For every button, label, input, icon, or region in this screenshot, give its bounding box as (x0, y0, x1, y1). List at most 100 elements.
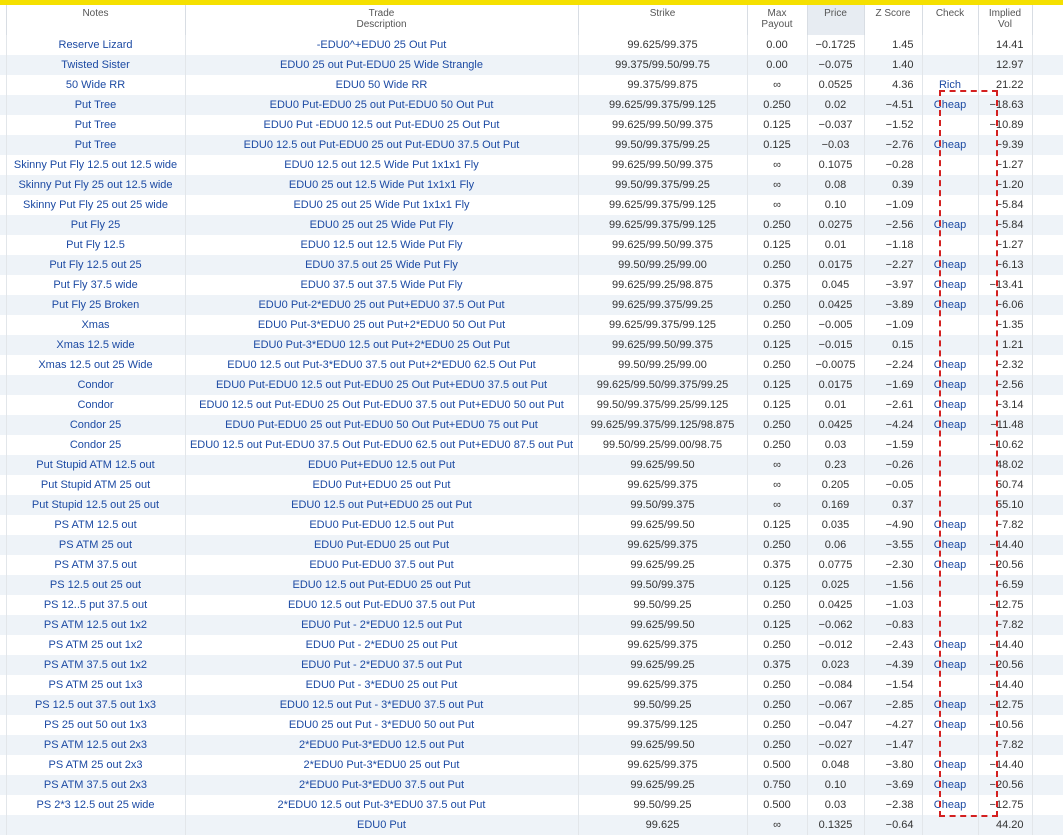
cell-strike[interactable]: 99.625/99.375 (578, 635, 748, 655)
cell-strike[interactable]: 99.625/99.375 (578, 35, 748, 55)
cell-strike[interactable]: 99.50/99.375/99.25 (578, 135, 748, 155)
cell-notes[interactable]: PS ATM 12.5 out 2x3 (6, 735, 186, 755)
cell-price[interactable]: 0.10 (807, 775, 865, 795)
cell-trade-description[interactable]: EDU0 Put-3*EDU0 25 out Put+2*EDU0 50 Out… (185, 315, 579, 335)
cell-check[interactable]: Cheap (922, 255, 979, 275)
cell-check[interactable]: Cheap (922, 355, 979, 375)
cell-trade-description[interactable]: EDU0 25 out 25 Wide Put Fly (185, 215, 579, 235)
cell-max-payout[interactable]: 0.125 (747, 115, 808, 135)
table-row[interactable]: Put Tree EDU0 12.5 out Put-EDU0 25 out Pu… (0, 135, 1063, 155)
cell-trade-description[interactable]: EDU0 25 out 12.5 Wide Put 1x1x1 Fly (185, 175, 579, 195)
cell-z-score[interactable]: −1.52 (864, 115, 923, 135)
cell-trade-description[interactable]: EDU0 Put - 2*EDU0 25 out Put (185, 635, 579, 655)
cell-z-score[interactable]: 0.37 (864, 495, 923, 515)
cell-trade-description[interactable]: 2*EDU0 12.5 out Put-3*EDU0 37.5 out Put (185, 795, 579, 815)
cell-implied-vol[interactable]: −14.40 (978, 675, 1033, 695)
cell-max-payout[interactable]: 0.125 (747, 515, 808, 535)
cell-price[interactable]: 0.048 (807, 755, 865, 775)
cell-notes[interactable]: Put Fly 25 (6, 215, 186, 235)
cell-notes[interactable]: PS ATM 25 out 1x2 (6, 635, 186, 655)
cell-price[interactable]: −0.1725 (807, 35, 865, 55)
cell-implied-vol[interactable]: 14.41 (978, 35, 1033, 55)
cell-z-score[interactable]: 4.36 (864, 75, 923, 95)
cell-check[interactable] (922, 55, 979, 75)
cell-z-score[interactable]: −0.83 (864, 615, 923, 635)
cell-notes[interactable]: PS ATM 25 out 2x3 (6, 755, 186, 775)
cell-price[interactable]: −0.0075 (807, 355, 865, 375)
cell-strike[interactable]: 99.375/99.50/99.75 (578, 55, 748, 75)
cell-check[interactable] (922, 575, 979, 595)
cell-notes[interactable]: PS 12.5 out 25 out (6, 575, 186, 595)
cell-trade-description[interactable]: EDU0 Put - 2*EDU0 12.5 out Put (185, 615, 579, 635)
cell-implied-vol[interactable]: −7.82 (978, 515, 1033, 535)
cell-check[interactable]: Cheap (922, 535, 979, 555)
cell-z-score[interactable]: −1.69 (864, 375, 923, 395)
table-row[interactable]: Put Fly 25 Broken EDU0 Put-2*EDU0 25 out … (0, 295, 1063, 315)
cell-implied-vol[interactable]: −2.32 (978, 355, 1033, 375)
cell-check[interactable]: Cheap (922, 655, 979, 675)
cell-check[interactable]: Cheap (922, 395, 979, 415)
cell-max-payout[interactable]: 0.00 (747, 55, 808, 75)
cell-implied-vol[interactable]: −14.40 (978, 755, 1033, 775)
column-header-strike[interactable]: Strike (578, 5, 748, 35)
cell-z-score[interactable]: −2.61 (864, 395, 923, 415)
cell-check[interactable]: Cheap (922, 715, 979, 735)
table-row[interactable]: Condor 25 EDU0 Put-EDU0 25 out Put-EDU0 5… (0, 415, 1063, 435)
cell-check[interactable]: Cheap (922, 275, 979, 295)
cell-check[interactable] (922, 115, 979, 135)
cell-price[interactable]: 0.0425 (807, 415, 865, 435)
cell-notes[interactable]: PS ATM 37.5 out 1x2 (6, 655, 186, 675)
cell-z-score[interactable]: −2.30 (864, 555, 923, 575)
cell-max-payout[interactable]: ∞ (747, 175, 808, 195)
cell-notes[interactable]: Skinny Put Fly 25 out 25 wide (6, 195, 186, 215)
cell-strike[interactable]: 99.625/99.375 (578, 675, 748, 695)
cell-max-payout[interactable]: 0.250 (747, 95, 808, 115)
cell-trade-description[interactable]: 2*EDU0 Put-3*EDU0 12.5 out Put (185, 735, 579, 755)
cell-max-payout[interactable]: ∞ (747, 195, 808, 215)
cell-price[interactable]: −0.067 (807, 695, 865, 715)
cell-strike[interactable]: 99.625/99.375/99.125/98.875 (578, 415, 748, 435)
cell-notes[interactable]: Condor 25 (6, 435, 186, 455)
cell-strike[interactable]: 99.50/99.25/99.00 (578, 255, 748, 275)
cell-strike[interactable]: 99.625/99.50 (578, 735, 748, 755)
cell-price[interactable]: 0.1325 (807, 815, 865, 835)
cell-strike[interactable]: 99.50/99.25 (578, 795, 748, 815)
column-header-check[interactable]: Check (922, 5, 979, 35)
table-row[interactable]: Put Stupid 12.5 out 25 out EDU0 12.5 out … (0, 495, 1063, 515)
cell-max-payout[interactable]: ∞ (747, 495, 808, 515)
cell-implied-vol[interactable]: −5.84 (978, 215, 1033, 235)
table-row[interactable]: 50 Wide RR EDU0 50 Wide RR 99.375/99.875 ∞ 0… (0, 75, 1063, 95)
cell-z-score[interactable]: −0.64 (864, 815, 923, 835)
cell-price[interactable]: 0.10 (807, 195, 865, 215)
table-row[interactable]: Condor 25 EDU0 12.5 out Put-EDU0 37.5 Out… (0, 435, 1063, 455)
cell-notes[interactable]: Put Stupid ATM 12.5 out (6, 455, 186, 475)
column-header-notes[interactable]: Notes (6, 5, 186, 35)
cell-trade-description[interactable]: EDU0 12.5 out Put-3*EDU0 37.5 out Put+2*… (185, 355, 579, 375)
cell-notes[interactable]: PS ATM 12.5 out 1x2 (6, 615, 186, 635)
cell-price[interactable]: −0.027 (807, 735, 865, 755)
cell-z-score[interactable]: −1.18 (864, 235, 923, 255)
cell-check[interactable] (922, 335, 979, 355)
cell-strike[interactable]: 99.625/99.375/99.125 (578, 195, 748, 215)
cell-strike[interactable]: 99.625/99.50 (578, 455, 748, 475)
table-row[interactable]: Put Fly 25 EDU0 25 out 25 Wide Put Fly 99.… (0, 215, 1063, 235)
cell-trade-description[interactable]: EDU0 Put-EDU0 25 out Put-EDU0 50 Out Put… (185, 415, 579, 435)
cell-price[interactable]: 0.205 (807, 475, 865, 495)
cell-trade-description[interactable]: EDU0 50 Wide RR (185, 75, 579, 95)
cell-z-score[interactable]: −2.38 (864, 795, 923, 815)
cell-notes[interactable]: Put Tree (6, 115, 186, 135)
cell-price[interactable]: −0.047 (807, 715, 865, 735)
cell-strike[interactable]: 99.50/99.25/99.00/98.75 (578, 435, 748, 455)
table-row[interactable]: Condor EDU0 12.5 out Put-EDU0 25 Out Put-… (0, 395, 1063, 415)
cell-implied-vol[interactable]: −12.75 (978, 595, 1033, 615)
cell-max-payout[interactable]: 0.375 (747, 655, 808, 675)
cell-notes[interactable]: PS 25 out 50 out 1x3 (6, 715, 186, 735)
cell-max-payout[interactable]: 0.125 (747, 135, 808, 155)
table-row[interactable]: EDU0 Put 99.625 ∞ 0.1325 −0.64 44.20 (0, 815, 1063, 835)
cell-price[interactable]: −0.012 (807, 635, 865, 655)
cell-check[interactable] (922, 195, 979, 215)
cell-trade-description[interactable]: EDU0 12.5 out Put-EDU0 25 out Put-EDU0 3… (185, 135, 579, 155)
table-row[interactable]: Put Tree EDU0 Put -EDU0 12.5 out Put-EDU0… (0, 115, 1063, 135)
cell-check[interactable] (922, 35, 979, 55)
cell-max-payout[interactable]: ∞ (747, 475, 808, 495)
